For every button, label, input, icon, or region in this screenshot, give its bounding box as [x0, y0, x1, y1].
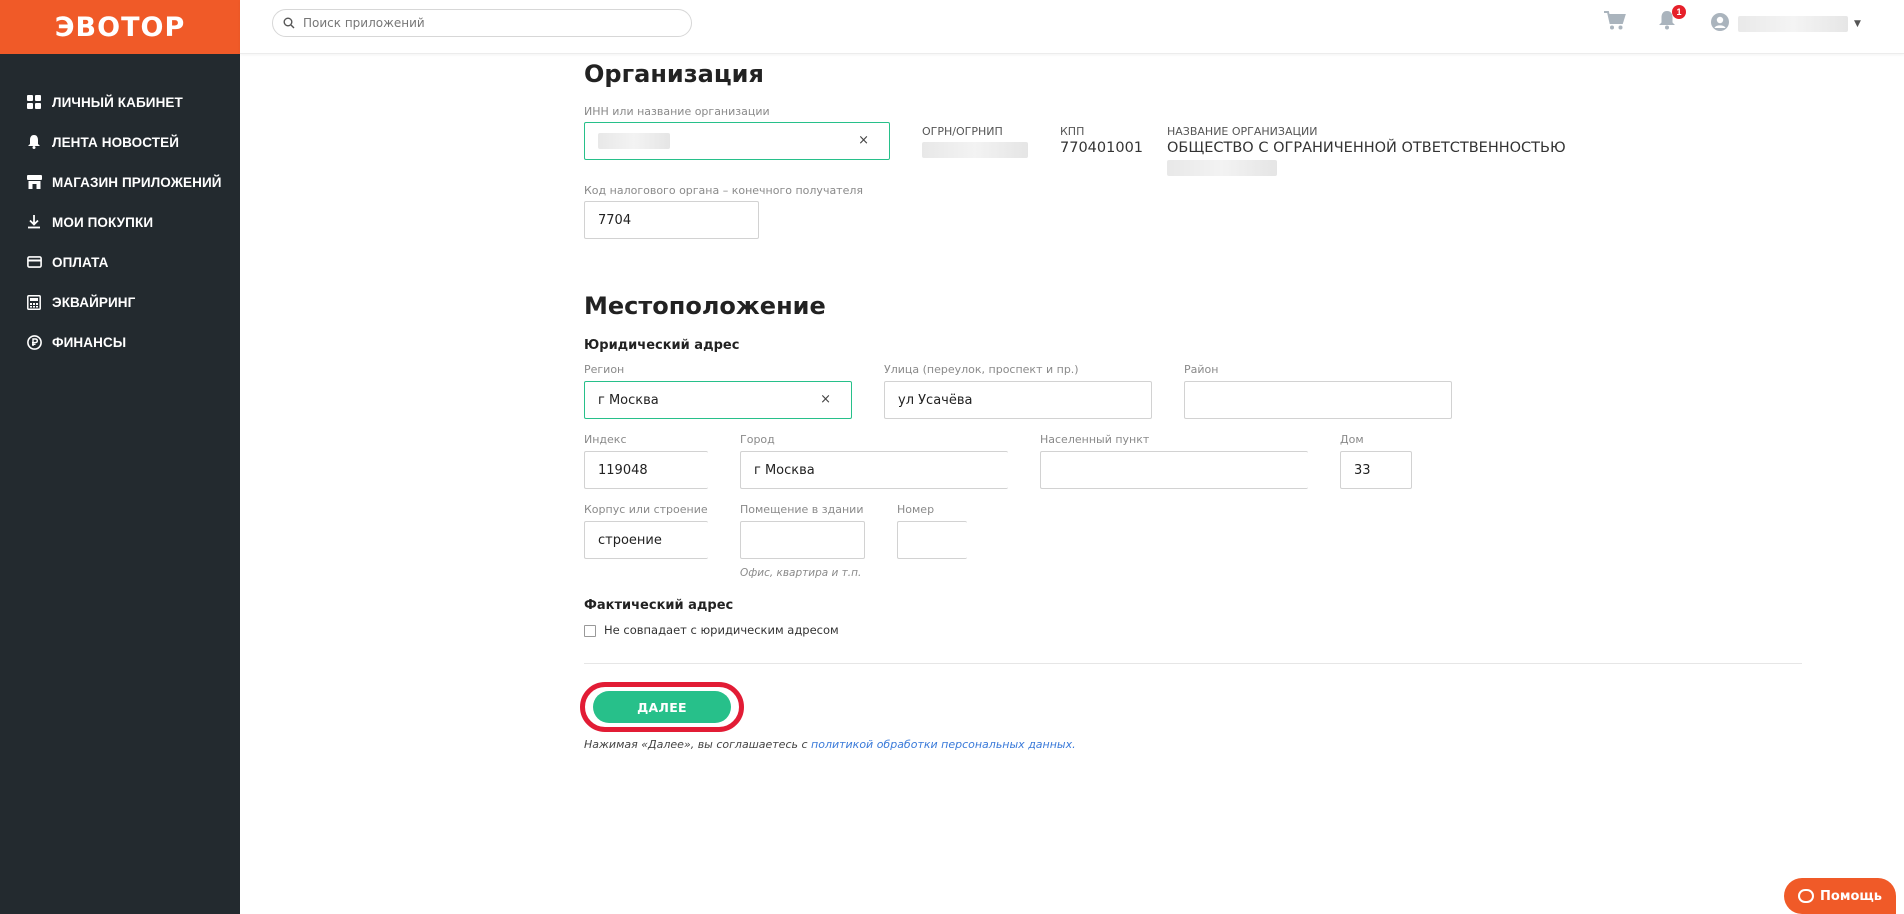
- sidebar-item-news[interactable]: ЛЕНТА НОВОСТЕЙ: [0, 122, 240, 162]
- main-content: Организация ИНН или название организации…: [240, 54, 1904, 914]
- card-icon: [26, 254, 42, 270]
- search-icon: [283, 14, 295, 33]
- kpp-header: КПП: [1060, 125, 1085, 138]
- room-label: Помещение в здании: [740, 503, 864, 516]
- sidebar-item-label: МОИ ПОКУПКИ: [52, 214, 154, 230]
- sidebar-item-finance[interactable]: ФИНАНСЫ: [0, 322, 240, 362]
- help-label: Помощь: [1820, 888, 1882, 904]
- tax-code-value: 7704: [598, 212, 632, 228]
- sidebar-item-purchases[interactable]: МОИ ПОКУПКИ: [0, 202, 240, 242]
- section-title-location: Местоположение: [584, 292, 826, 320]
- house-value: 33: [1354, 462, 1371, 478]
- actual-address-checkbox[interactable]: [584, 625, 596, 637]
- district-label: Район: [1184, 363, 1219, 376]
- agreement-note: Нажимая «Далее», вы соглашаетесь с полит…: [584, 738, 1076, 751]
- terminal-icon: [26, 294, 42, 310]
- sidebar-item-dashboard[interactable]: ЛИЧНЫЙ КАБИНЕТ: [0, 82, 240, 122]
- kpp-value: 770401001: [1060, 140, 1144, 156]
- chat-bubble-icon: [1798, 889, 1815, 903]
- legal-address-title: Юридический адрес: [584, 338, 740, 353]
- search-box[interactable]: [272, 9, 692, 37]
- district-field[interactable]: [1184, 381, 1452, 419]
- inn-value-redacted: [598, 133, 670, 149]
- topbar: 1 ▼: [240, 0, 1904, 54]
- section-title-organization: Организация: [584, 60, 764, 88]
- tax-code-label: Код налогового органа – конечного получа…: [584, 184, 864, 197]
- org-name-redacted: [1167, 160, 1277, 176]
- sidebar-item-label: МАГАЗИН ПРИЛОЖЕНИЙ: [52, 174, 222, 190]
- search-input[interactable]: [303, 16, 663, 30]
- inn-label: ИНН или название организации: [584, 105, 770, 118]
- ogrn-value-redacted: [922, 142, 1028, 158]
- building-label: Корпус или строение: [584, 503, 708, 516]
- locality-field[interactable]: [1040, 451, 1308, 489]
- street-field[interactable]: ул Усачёва: [884, 381, 1152, 419]
- sidebar-item-label: ФИНАНСЫ: [52, 334, 127, 350]
- agreement-text: Нажимая «Далее», вы соглашаетесь с: [584, 738, 812, 751]
- building-field[interactable]: строение: [584, 521, 708, 559]
- bell-icon: [26, 134, 42, 150]
- locality-label: Населенный пункт: [1040, 433, 1150, 446]
- room-field[interactable]: [740, 521, 865, 559]
- inn-field[interactable]: ×: [584, 122, 890, 160]
- sidebar-item-acquiring[interactable]: ЭКВАЙРИНГ: [0, 282, 240, 322]
- sidebar-item-label: ЛЕНТА НОВОСТЕЙ: [52, 134, 180, 150]
- number-field[interactable]: [897, 521, 967, 559]
- actual-address-title: Фактический адрес: [584, 598, 734, 613]
- privacy-policy-link[interactable]: политикой обработки персональных данных.: [811, 738, 1076, 751]
- ogrn-header: ОГРН/ОГРНИП: [922, 125, 1003, 138]
- region-clear-icon[interactable]: ×: [820, 392, 831, 407]
- org-name-header: НАЗВАНИЕ ОРГАНИЗАЦИИ: [1167, 125, 1318, 138]
- inn-clear-icon[interactable]: ×: [858, 133, 869, 148]
- sidebar-item-store[interactable]: МАГАЗИН ПРИЛОЖЕНИЙ: [0, 162, 240, 202]
- org-name-value: ОБЩЕСТВО С ОГРАНИЧЕННОЙ ОТВЕТСТВЕННОСТЬЮ: [1167, 140, 1566, 156]
- sidebar-item-label: ОПЛАТА: [52, 254, 109, 270]
- sidebar-item-label: ЭКВАЙРИНГ: [52, 294, 136, 310]
- street-label: Улица (переулок, проспект и пр.): [884, 363, 1079, 376]
- house-field[interactable]: 33: [1340, 451, 1412, 489]
- region-field[interactable]: г Москва ×: [584, 381, 852, 419]
- index-label: Индекс: [584, 433, 627, 446]
- region-label: Регион: [584, 363, 625, 376]
- next-button-highlight: ДАЛЕЕ: [580, 682, 744, 732]
- download-icon: [26, 214, 42, 230]
- region-value: г Москва: [598, 392, 659, 408]
- next-button[interactable]: ДАЛЕЕ: [593, 691, 731, 723]
- tax-code-field[interactable]: 7704: [584, 201, 759, 239]
- city-value: г Москва: [754, 462, 815, 478]
- ruble-icon: [26, 334, 42, 350]
- street-value: ул Усачёва: [898, 392, 973, 408]
- logo[interactable]: ЭВОТОР: [0, 0, 240, 54]
- sidebar-item-label: ЛИЧНЫЙ КАБИНЕТ: [52, 94, 183, 110]
- chevron-down-icon: ▼: [1854, 19, 1861, 29]
- house-label: Дом: [1340, 433, 1364, 446]
- store-icon: [26, 174, 42, 190]
- dashboard-icon: [26, 94, 42, 110]
- user-name-redacted: [1738, 16, 1848, 32]
- room-hint: Офис, квартира и т.п.: [740, 567, 862, 579]
- user-avatar-icon: [1710, 12, 1730, 36]
- logo-text: ЭВОТОР: [54, 11, 186, 43]
- city-label: Город: [740, 433, 775, 446]
- actual-address-checkbox-label[interactable]: Не совпадает с юридическим адресом: [604, 623, 839, 637]
- sidebar: ЭВОТОР ЛИЧНЫЙ КАБИНЕТ ЛЕНТА НОВОСТЕЙ МАГ…: [0, 0, 240, 914]
- sidebar-nav: ЛИЧНЫЙ КАБИНЕТ ЛЕНТА НОВОСТЕЙ МАГАЗИН ПР…: [0, 54, 240, 362]
- number-label: Номер: [897, 503, 935, 516]
- help-button[interactable]: Помощь: [1784, 878, 1896, 914]
- cart-icon[interactable]: [1604, 11, 1626, 35]
- index-field[interactable]: 119048: [584, 451, 708, 489]
- notifications-badge: 1: [1672, 5, 1686, 19]
- index-value: 119048: [598, 462, 648, 478]
- divider: [584, 663, 1802, 664]
- city-field[interactable]: г Москва: [740, 451, 1008, 489]
- building-value: строение: [598, 532, 662, 548]
- sidebar-item-payment[interactable]: ОПЛАТА: [0, 242, 240, 282]
- user-menu[interactable]: ▼: [1710, 12, 1861, 36]
